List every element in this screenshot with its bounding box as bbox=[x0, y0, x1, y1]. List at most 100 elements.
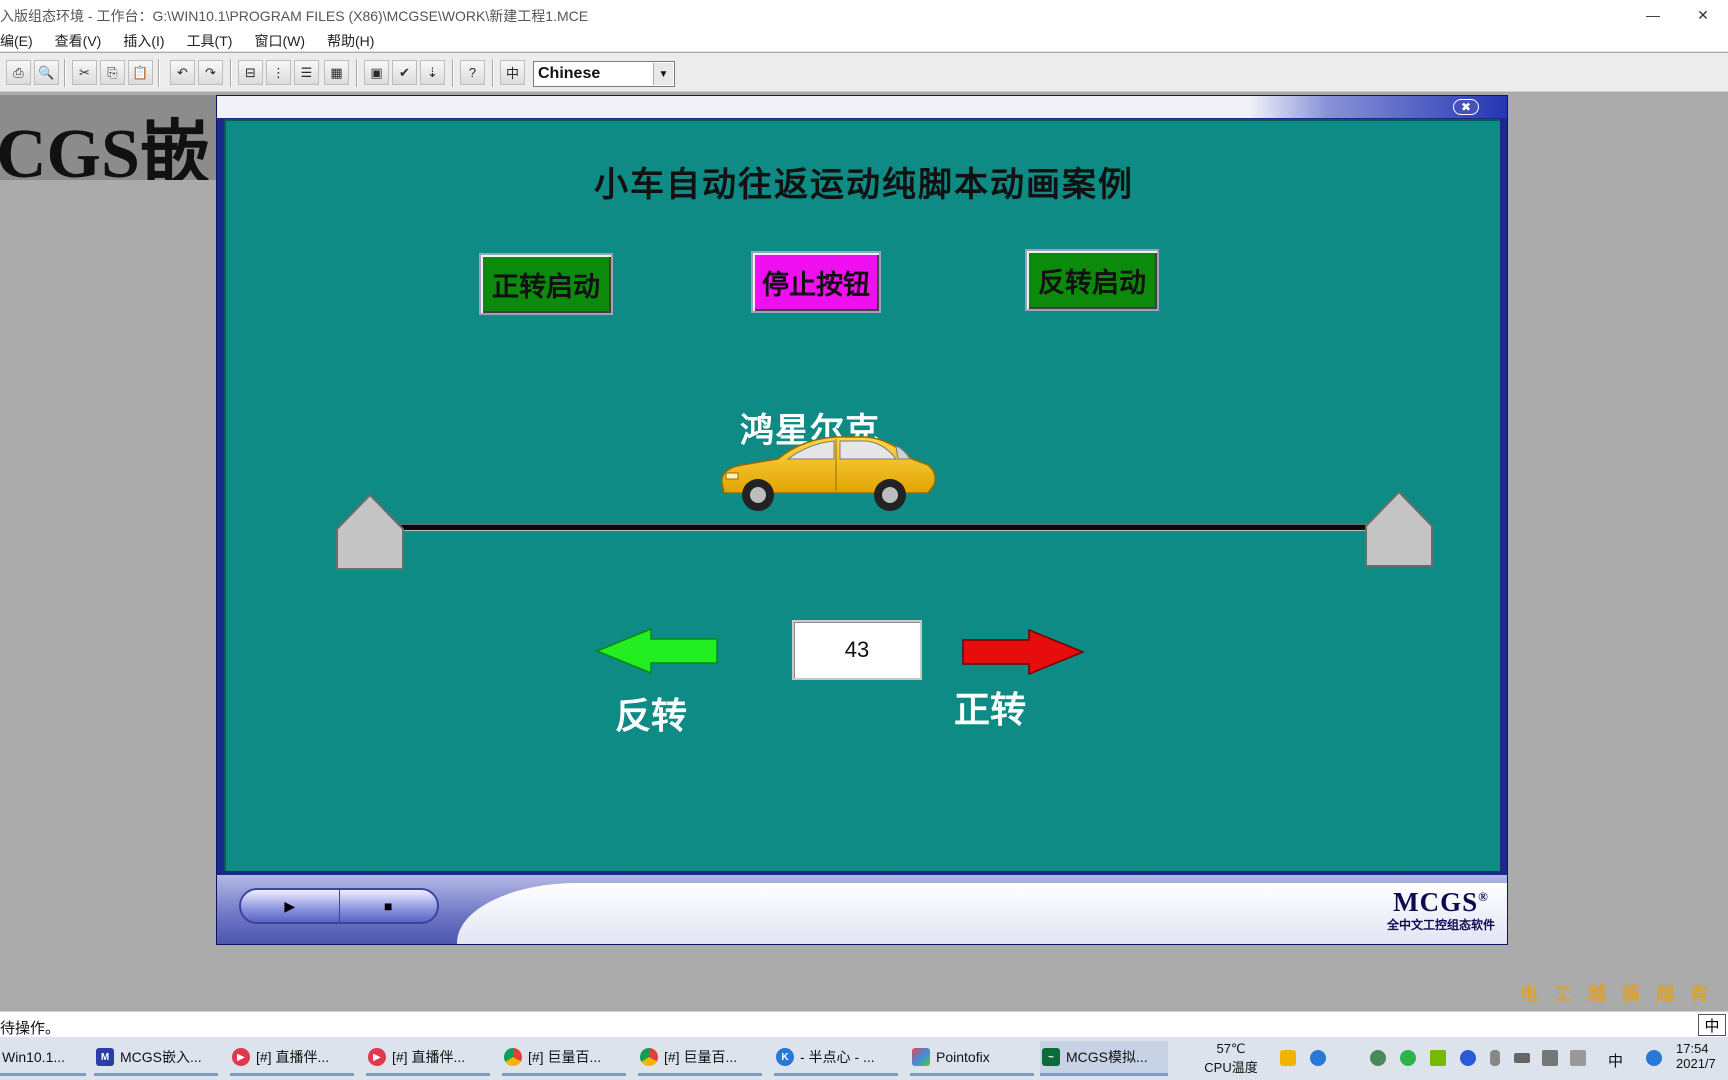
kugou-tray-icon[interactable] bbox=[1310, 1050, 1326, 1066]
live-icon: ▶ bbox=[368, 1048, 386, 1066]
menu-view[interactable]: 查看(V) bbox=[45, 31, 114, 51]
desktop: 入版组态环境 - 工作台：G:\WIN10.1\PROGRAM FILES (X… bbox=[0, 0, 1728, 1080]
menu-edit[interactable]: 编(E) bbox=[0, 31, 45, 51]
input-method-icon[interactable] bbox=[1646, 1050, 1662, 1066]
background-brand: CGS嵌 bbox=[0, 95, 216, 180]
clock[interactable]: 17:54 2021/7 bbox=[1676, 1041, 1728, 1077]
bluetooth-icon[interactable] bbox=[1460, 1050, 1476, 1066]
mcgs-logo: MCGS® 全中文工控组态软件 bbox=[1387, 887, 1495, 933]
simulator-close-button[interactable]: ✖ bbox=[1453, 99, 1479, 115]
task-label: MCGS模拟... bbox=[1066, 1049, 1148, 1065]
cpu-temp-label: CPU温度 bbox=[1204, 1060, 1258, 1075]
position-display: 43 bbox=[792, 620, 922, 680]
taskbar-item[interactable]: ▶ [#] 直播伴... bbox=[230, 1041, 354, 1076]
check-icon[interactable]: ✔ bbox=[392, 60, 417, 85]
user-icon[interactable] bbox=[1370, 1050, 1386, 1066]
mcgs-sim-icon: ~ bbox=[1042, 1048, 1060, 1066]
car-icon bbox=[721, 436, 936, 511]
task-label: [#] 直播伴... bbox=[392, 1049, 466, 1065]
reverse-arrow-icon bbox=[595, 627, 718, 675]
clock-date: 2021/7 bbox=[1676, 1056, 1716, 1071]
taskbar-item[interactable]: [#] 巨量百... bbox=[502, 1041, 626, 1076]
registered-mark: ® bbox=[1478, 889, 1489, 904]
ime-indicator[interactable]: 中 bbox=[1698, 1014, 1726, 1036]
play-button[interactable]: ▶ bbox=[241, 890, 340, 922]
toolbar-separator bbox=[64, 59, 66, 87]
toolbar-separator bbox=[158, 59, 160, 87]
page-title: 小车自动往返运动纯脚本动画案例 bbox=[594, 165, 1134, 205]
task-label: MCGS嵌入... bbox=[120, 1049, 202, 1065]
taskbar-item[interactable]: Win10.1... bbox=[0, 1041, 86, 1076]
forward-arrow-icon bbox=[962, 628, 1085, 676]
task-label: Pointofix bbox=[936, 1049, 990, 1065]
language-icon[interactable]: 中 bbox=[500, 60, 525, 85]
simulation-canvas: 小车自动往返运动纯脚本动画案例 正转启动 停止按钮 反转启动 鸿星尔克 43 反… bbox=[224, 119, 1500, 871]
shield-icon[interactable] bbox=[1280, 1050, 1296, 1066]
align-icon[interactable]: ⊟ bbox=[238, 60, 263, 85]
print-preview-icon[interactable]: 🔍 bbox=[34, 60, 59, 85]
task-label: Win10.1... bbox=[2, 1049, 66, 1065]
live-icon: ▶ bbox=[232, 1048, 250, 1066]
kugou-icon: K bbox=[776, 1048, 794, 1066]
copy-icon[interactable]: ⎘ bbox=[100, 60, 125, 85]
paste-icon[interactable]: 📋 bbox=[128, 60, 153, 85]
plus-icon[interactable] bbox=[1400, 1050, 1416, 1066]
stop-button[interactable]: 停止按钮 bbox=[751, 251, 881, 313]
toolbar-separator bbox=[230, 59, 232, 87]
menu-help[interactable]: 帮助(H) bbox=[317, 31, 386, 51]
watermark: 电工越搞越有 bbox=[1520, 984, 1724, 1004]
battery-icon[interactable] bbox=[1514, 1053, 1530, 1063]
toolbar-separator bbox=[356, 59, 358, 87]
redo-icon[interactable]: ↷ bbox=[198, 60, 223, 85]
wifi-icon[interactable] bbox=[1570, 1050, 1586, 1066]
toolbar: ⎙ 🔍 ✂ ⎘ 📋 ↶ ↷ ⊟ ⋮ ☰ ▦ ▣ ✔ ⇣ ? 中 bbox=[0, 53, 1728, 92]
taskbar-item[interactable]: M MCGS嵌入... bbox=[94, 1041, 218, 1076]
taskbar-item[interactable]: ▶ [#] 直播伴... bbox=[366, 1041, 490, 1076]
toolbar-separator bbox=[452, 59, 454, 87]
taskbar-item[interactable]: K - 半点心 - ... bbox=[774, 1041, 898, 1076]
taskbar-item[interactable]: ~ MCGS模拟... bbox=[1040, 1041, 1168, 1076]
minimize-button[interactable]: — bbox=[1628, 0, 1678, 30]
microphone-icon[interactable] bbox=[1490, 1050, 1500, 1066]
menu-bar: 编(E) 查看(V) 插入(I) 工具(T) 窗口(W) 帮助(H) bbox=[0, 30, 1728, 52]
tree-icon[interactable]: ⋮ bbox=[266, 60, 291, 85]
menu-window[interactable]: 窗口(W) bbox=[244, 31, 317, 51]
simulator-header: ✖ bbox=[217, 96, 1507, 118]
properties-icon[interactable]: ▣ bbox=[364, 60, 389, 85]
taskbar-item[interactable]: Pointofix bbox=[910, 1041, 1034, 1076]
print-icon[interactable]: ⎙ bbox=[6, 60, 31, 85]
chevron-down-icon[interactable]: ▼ bbox=[653, 63, 673, 85]
chrome-icon bbox=[640, 1048, 658, 1066]
cpu-temp-value: 57℃ bbox=[1216, 1041, 1246, 1056]
task-label: - 半点心 - ... bbox=[800, 1049, 875, 1065]
track-rail bbox=[397, 524, 1373, 531]
taskbar: Win10.1... M MCGS嵌入... ▶ [#] 直播伴... ▶ [#… bbox=[0, 1037, 1728, 1080]
simulator-window: ✖ 小车自动往返运动纯脚本动画案例 正转启动 停止按钮 反转启动 鸿星尔克 43… bbox=[216, 95, 1508, 945]
player-controls: ▶ ■ bbox=[239, 888, 439, 924]
menu-tools[interactable]: 工具(T) bbox=[177, 31, 245, 51]
nvidia-icon[interactable] bbox=[1430, 1050, 1446, 1066]
context-help-icon[interactable]: ? bbox=[460, 60, 485, 85]
toolbar-separator bbox=[492, 59, 494, 87]
close-button[interactable]: ✕ bbox=[1678, 0, 1728, 30]
grid-icon[interactable]: ▦ bbox=[324, 60, 349, 85]
cpu-temp[interactable]: 57℃ CPU温度 bbox=[1196, 1041, 1266, 1077]
title-bar: 入版组态环境 - 工作台：G:\WIN10.1\PROGRAM FILES (X… bbox=[0, 0, 1728, 30]
menu-insert[interactable]: 插入(I) bbox=[113, 31, 176, 51]
stop-run-button[interactable]: ■ bbox=[340, 890, 438, 922]
left-limit-icon bbox=[336, 493, 404, 570]
pointofix-icon bbox=[912, 1048, 930, 1066]
taskbar-item[interactable]: [#] 巨量百... bbox=[638, 1041, 762, 1076]
volume-icon[interactable] bbox=[1542, 1050, 1558, 1066]
taskbar-ime[interactable]: 中 bbox=[1608, 1050, 1623, 1080]
sort-icon[interactable]: ⇣ bbox=[420, 60, 445, 85]
task-label: [#] 直播伴... bbox=[256, 1049, 330, 1065]
cut-icon[interactable]: ✂ bbox=[72, 60, 97, 85]
list-icon[interactable]: ☰ bbox=[294, 60, 319, 85]
forward-start-button[interactable]: 正转启动 bbox=[479, 253, 613, 315]
window-title: 入版组态环境 - 工作台：G:\WIN10.1\PROGRAM FILES (X… bbox=[0, 8, 589, 24]
brand-name: MCGS bbox=[1393, 887, 1479, 917]
reverse-start-button[interactable]: 反转启动 bbox=[1025, 249, 1159, 311]
undo-icon[interactable]: ↶ bbox=[170, 60, 195, 85]
language-select[interactable]: Chinese ▼ bbox=[533, 61, 675, 87]
